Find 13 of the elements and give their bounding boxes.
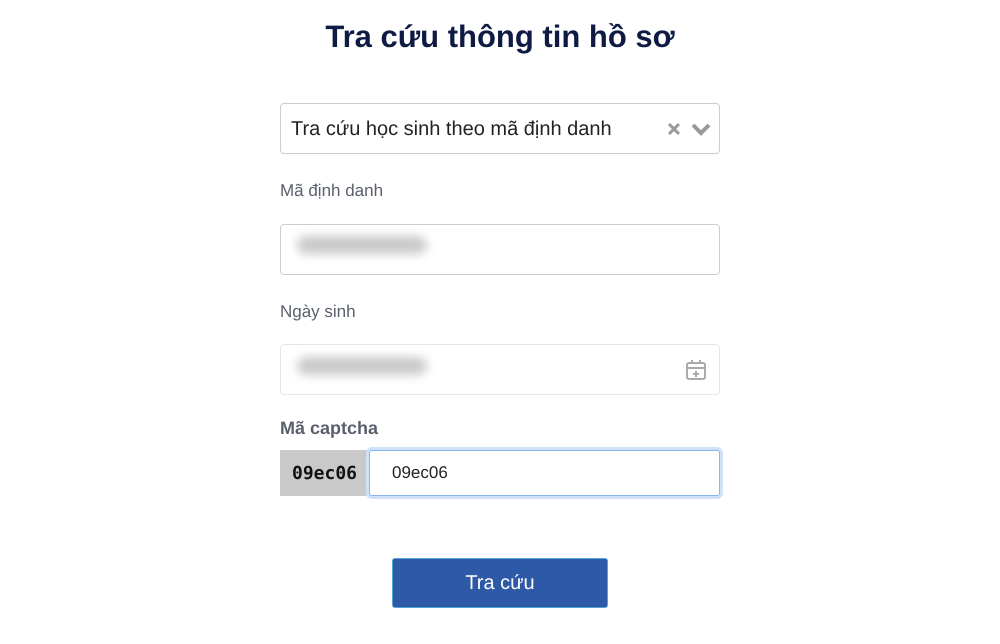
field-label: Mã định danh [280, 180, 384, 202]
captcha-field[interactable]: 09ec06 [369, 450, 720, 496]
search-button[interactable]: Tra cứu [392, 558, 608, 608]
chevron-down-icon[interactable] [691, 122, 711, 136]
date-field[interactable] [280, 344, 720, 396]
input-field[interactable] [280, 224, 720, 275]
captcha-label: Mã captcha [280, 417, 378, 440]
captcha-image: 09ec06 [280, 450, 369, 496]
field-label: Ngày sinh [280, 300, 356, 323]
page-title: Tra cứu thông tin hồ sơ [324, 18, 676, 56]
calendar-icon[interactable] [685, 358, 707, 381]
lookup-type-select[interactable]: Tra cứu học sinh theo mã định danh [280, 103, 720, 154]
clear-icon[interactable] [667, 122, 681, 136]
